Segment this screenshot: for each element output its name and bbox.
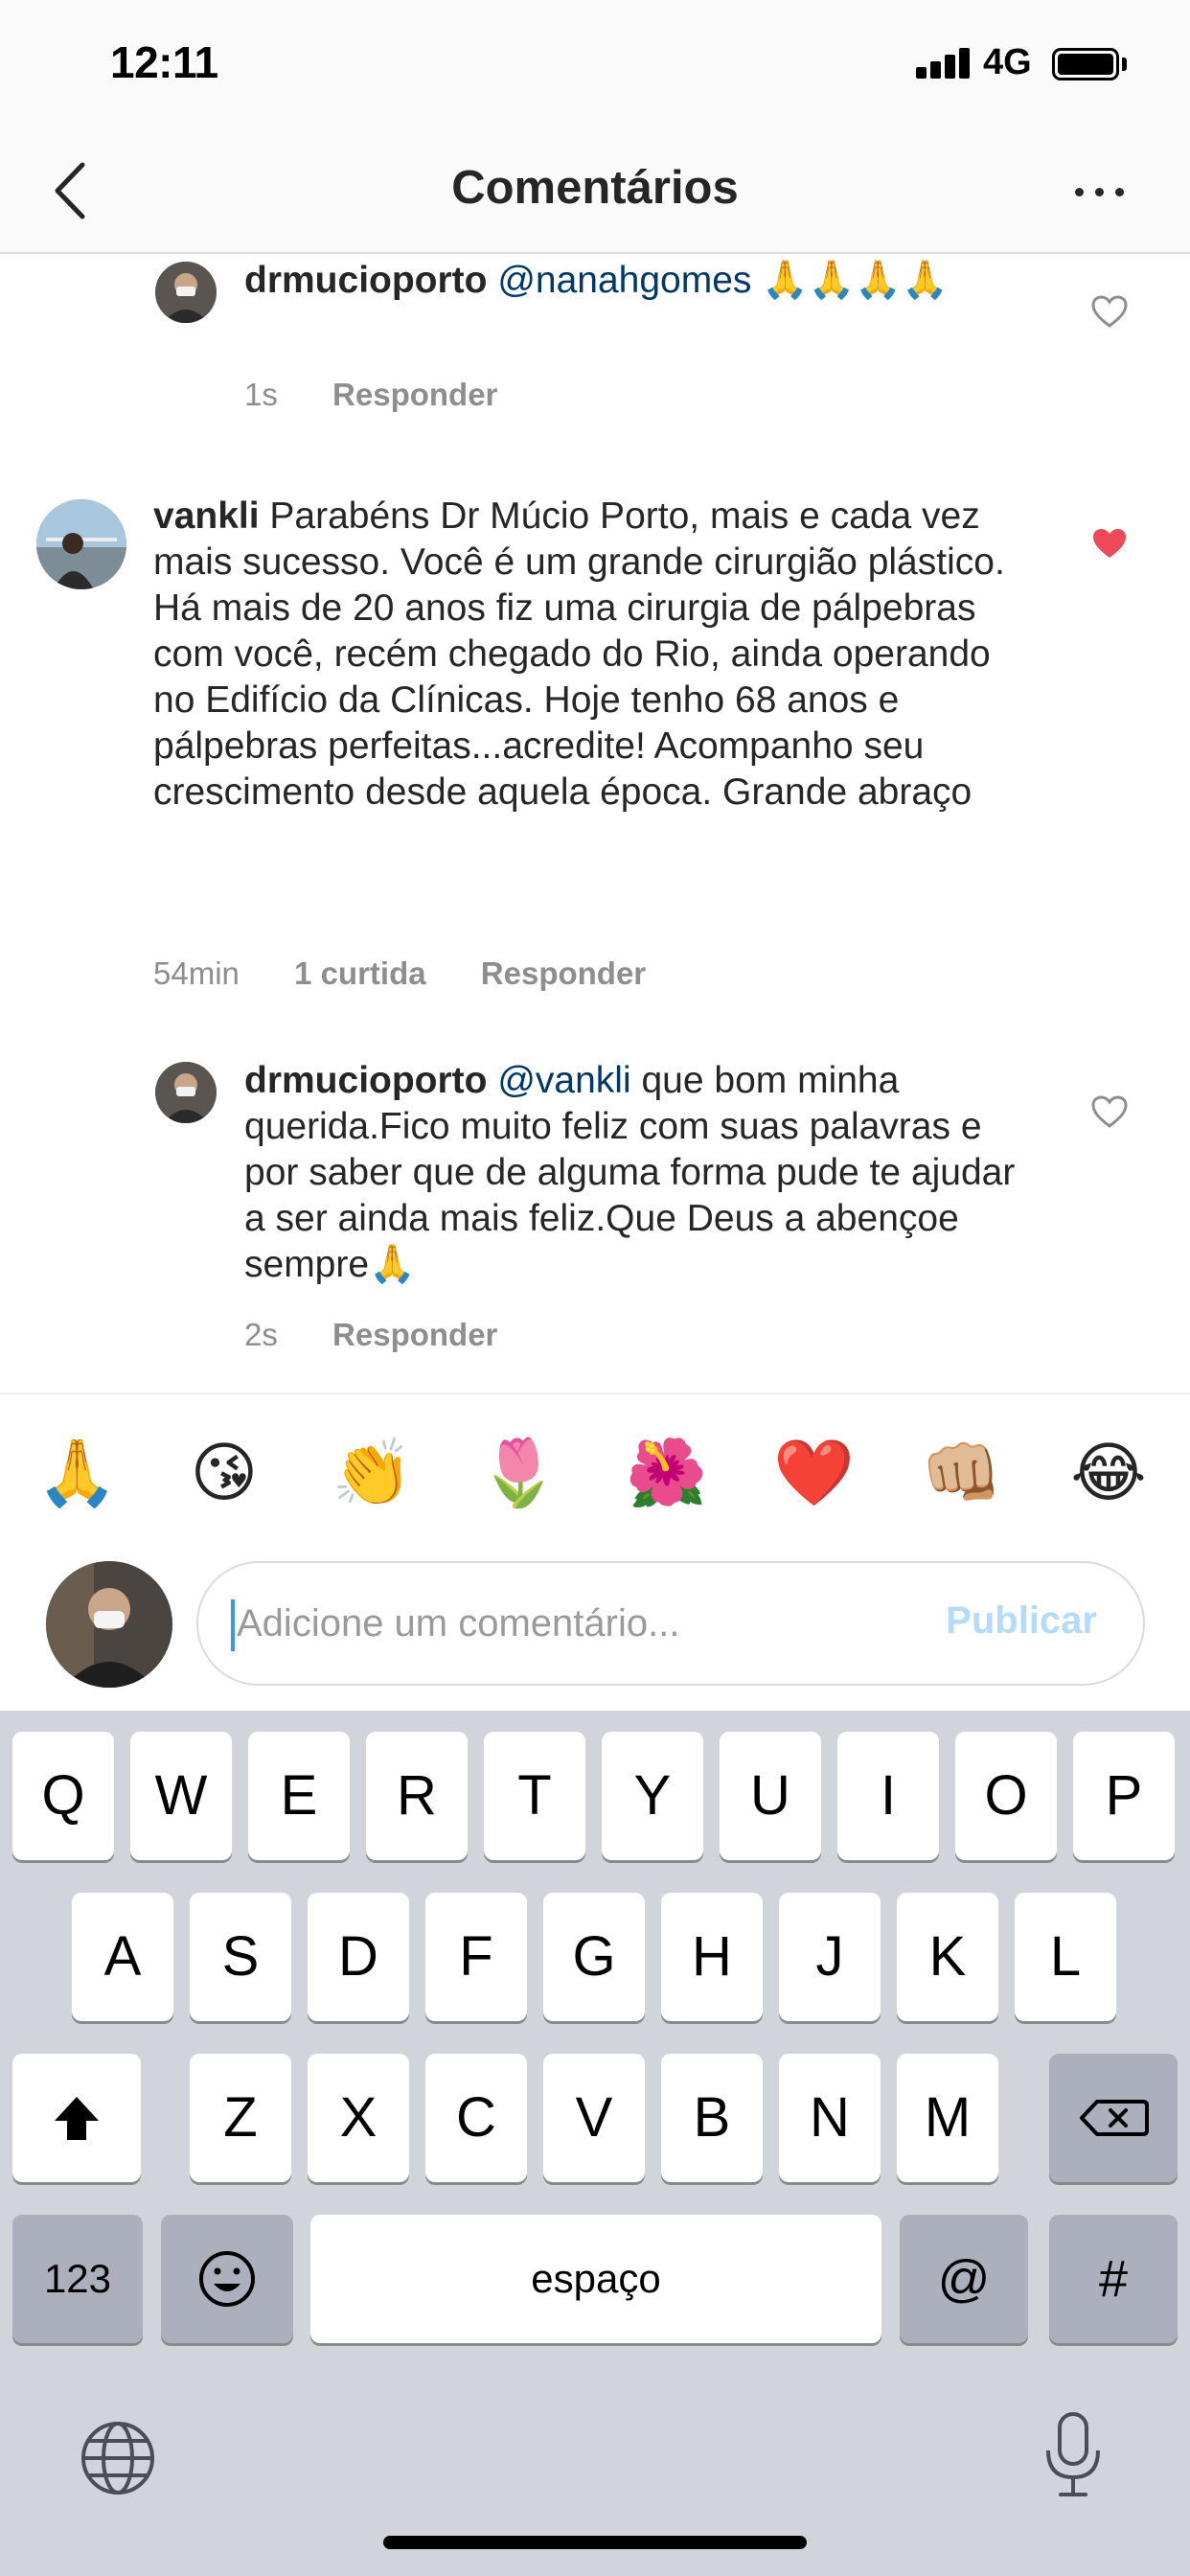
key-r[interactable]: R: [366, 1732, 468, 1860]
emoji-keyboard-key[interactable]: [161, 2215, 293, 2343]
space-key[interactable]: espaço: [310, 2215, 881, 2343]
key-a[interactable]: A: [72, 1893, 173, 2021]
key-w[interactable]: W: [130, 1732, 232, 1860]
key-d[interactable]: D: [308, 1893, 409, 2021]
status-time: 12:11: [110, 37, 218, 87]
signal-icon: [916, 48, 972, 79]
comment-text: vankli Parabéns Dr Múcio Porto, mais e c…: [153, 494, 1016, 816]
key-n[interactable]: N: [779, 2054, 881, 2182]
emoji-button[interactable]: 🙏: [36, 1433, 118, 1513]
key-l[interactable]: L: [1015, 1893, 1116, 2021]
avatar: [46, 1561, 172, 1688]
key-q[interactable]: Q: [12, 1732, 114, 1860]
comment-content: 🙏🙏🙏🙏: [751, 260, 949, 301]
comment-username[interactable]: drmucioporto: [244, 260, 487, 301]
comment-content: Parabéns Dr Múcio Porto, mais e cada vez…: [153, 495, 1005, 813]
key-f[interactable]: F: [425, 1893, 527, 2021]
like-button[interactable]: [1090, 294, 1129, 329]
shift-key[interactable]: [12, 2054, 141, 2182]
comment-meta: 1s Responder: [244, 377, 543, 413]
text-caret: [231, 1599, 235, 1651]
avatar[interactable]: [155, 262, 217, 323]
globe-button[interactable]: [75, 2415, 161, 2501]
battery-tip: [1122, 58, 1127, 71]
comment-time: 54min: [153, 955, 240, 991]
key-e[interactable]: E: [248, 1732, 350, 1860]
key-h[interactable]: H: [661, 1893, 763, 2021]
comment-text: drmucioporto @vankli que bom minha queri…: [244, 1058, 1040, 1288]
reply-button[interactable]: Responder: [332, 1317, 497, 1352]
comment-mention[interactable]: @vankli: [497, 1060, 630, 1101]
battery-icon: [1052, 48, 1119, 80]
comment-item: vankli Parabéns Dr Múcio Porto, mais e c…: [0, 486, 1190, 1061]
publish-button[interactable]: Publicar: [946, 1599, 1097, 1643]
emoji-button[interactable]: ❤️: [773, 1433, 855, 1513]
comment-meta: 2s Responder: [244, 1317, 543, 1353]
comment-input-container[interactable]: Publicar: [196, 1561, 1145, 1686]
key-j[interactable]: J: [779, 1893, 881, 2021]
emoji-button[interactable]: 👊🏼: [921, 1433, 1002, 1513]
key-s[interactable]: S: [190, 1893, 291, 2021]
microphone-icon: [1046, 2412, 1100, 2496]
microphone-button[interactable]: [1030, 2408, 1116, 2504]
key-t[interactable]: T: [484, 1732, 585, 1860]
at-key[interactable]: @: [900, 2215, 1028, 2343]
emoji-button[interactable]: 🌺: [626, 1433, 707, 1513]
emoji-button[interactable]: 🌷: [478, 1433, 560, 1513]
comments-list: drmucioporto @nanahgomes 🙏🙏🙏🙏 1s Respond…: [0, 256, 1190, 1392]
emoji-button[interactable]: 😘: [184, 1433, 264, 1513]
likes-count[interactable]: 1 curtida: [294, 955, 426, 991]
key-m[interactable]: M: [897, 2054, 998, 2182]
like-button[interactable]: [1090, 526, 1129, 561]
reply-button[interactable]: Responder: [481, 955, 646, 991]
status-bar: 12:11 4G: [0, 0, 1190, 134]
emoji-button[interactable]: 😂: [1068, 1433, 1149, 1513]
hash-key[interactable]: #: [1049, 2215, 1178, 2343]
key-c[interactable]: C: [425, 2054, 527, 2182]
home-indicator[interactable]: [383, 2536, 807, 2549]
more-options-button[interactable]: [1071, 163, 1129, 220]
avatar[interactable]: [36, 499, 126, 589]
key-o[interactable]: O: [955, 1732, 1057, 1860]
comment-username[interactable]: vankli: [153, 495, 260, 537]
key-i[interactable]: I: [837, 1732, 939, 1860]
heart-filled-icon: [1093, 529, 1126, 558]
smiley-icon: [199, 2251, 255, 2307]
comment-input[interactable]: [237, 1563, 888, 1684]
comment-item: drmucioporto @vankli que bom minha queri…: [0, 1056, 1190, 1392]
reply-button[interactable]: Responder: [332, 377, 497, 412]
comment-item: drmucioporto @nanahgomes 🙏🙏🙏🙏 1s Respond…: [0, 256, 1190, 448]
comment-time: 1s: [244, 377, 278, 412]
heart-outline-icon: [1091, 295, 1128, 328]
comment-username[interactable]: drmucioporto: [244, 1060, 487, 1101]
key-b[interactable]: B: [661, 2054, 763, 2182]
heart-outline-icon: [1091, 1095, 1128, 1128]
key-p[interactable]: P: [1073, 1732, 1175, 1860]
key-u[interactable]: U: [720, 1732, 821, 1860]
key-x[interactable]: X: [308, 2054, 409, 2182]
comment-composer: Publicar: [0, 1548, 1190, 1711]
key-k[interactable]: K: [897, 1893, 998, 2021]
key-z[interactable]: Z: [190, 2054, 291, 2182]
key-g[interactable]: G: [543, 1893, 645, 2021]
like-button[interactable]: [1090, 1094, 1129, 1129]
comment-meta: 54min 1 curtida Responder: [153, 955, 692, 992]
key-y[interactable]: Y: [602, 1732, 703, 1860]
shift-arrow-icon: [55, 2097, 99, 2140]
network-type: 4G: [983, 42, 1032, 82]
page-title: Comentários: [451, 162, 739, 214]
globe-icon: [81, 2422, 154, 2495]
keyboard: Q W E R T Y U I O P A S D F G H J K L Z …: [0, 1711, 1190, 2576]
emoji-quick-bar: 🙏 😘 👏 🌷 🌺 ❤️ 👊🏼 😂: [0, 1394, 1190, 1548]
backspace-icon: [1080, 2100, 1149, 2136]
emoji-button[interactable]: 👏: [332, 1433, 413, 1513]
nav-header: Comentários: [0, 134, 1190, 254]
comment-time: 2s: [244, 1317, 278, 1352]
numbers-key[interactable]: 123: [12, 2215, 143, 2343]
comment-mention[interactable]: @nanahgomes: [497, 260, 751, 301]
comment-text: drmucioporto @nanahgomes 🙏🙏🙏🙏: [244, 258, 1011, 304]
backspace-key[interactable]: [1049, 2054, 1178, 2182]
key-v[interactable]: V: [543, 2054, 645, 2182]
avatar[interactable]: [155, 1062, 217, 1123]
